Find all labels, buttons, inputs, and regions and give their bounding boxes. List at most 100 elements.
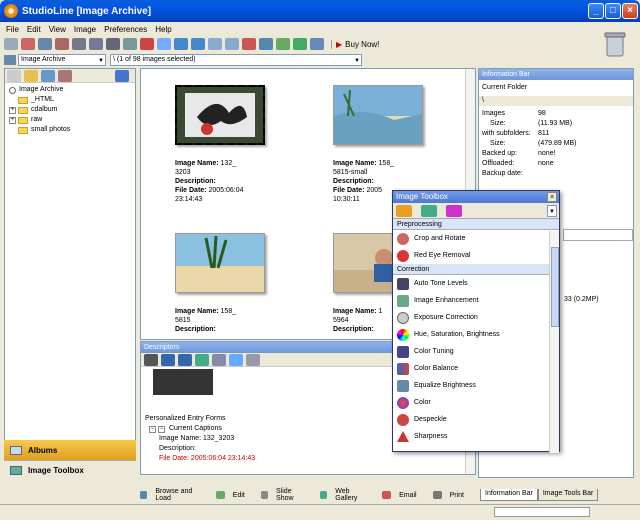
tool-color[interactable]: Color [393,394,559,411]
menu-preferences[interactable]: Preferences [104,25,147,34]
search-icon[interactable] [41,69,55,82]
filter-icon[interactable] [242,38,256,50]
tree-item[interactable]: + raw [9,115,131,125]
tool-auto-tone[interactable]: Auto Tone Levels [393,275,559,292]
tool-despeckle[interactable]: Despeckle [393,411,559,428]
detail-view-icon[interactable] [106,38,120,50]
captions-node[interactable]: − − Current Captions [149,424,255,434]
tool-enhancement[interactable]: Image Enhancement [393,292,559,309]
tree-item[interactable]: + cdalbum [9,105,131,115]
edit-icon [215,491,225,499]
forward-icon[interactable] [191,38,205,50]
buy-now-button[interactable]: ▶ Buy Now! [331,39,383,49]
new-icon[interactable] [4,38,18,50]
web-gallery-button[interactable]: Web Gallery [320,488,374,502]
paste-icon[interactable] [55,38,69,50]
properties-icon[interactable] [58,69,72,82]
tab-image-tools-bar[interactable]: Image Tools Bar [537,489,599,501]
toolbox-scroll-thumb[interactable] [551,247,559,327]
last-icon[interactable] [178,353,192,366]
new-descriptor-icon[interactable] [195,353,209,366]
dims-value: 33 (0.2MP) [564,296,599,303]
menu-view[interactable]: View [49,25,66,34]
toolbox-close-button[interactable]: × [547,192,557,202]
tool-sharpness[interactable]: Sharpness [393,428,559,445]
caption-description[interactable]: Description: [149,444,255,454]
undo-icon[interactable] [208,38,222,50]
archive-select[interactable]: Image Archive ▼ [18,53,106,66]
image-toolbox-button[interactable]: Image Toolbox [4,460,136,480]
redo-icon[interactable] [225,38,239,50]
menu-file[interactable]: File [6,25,19,34]
rotate-right-icon[interactable] [140,38,154,50]
image-thumbnail[interactable] [333,85,423,145]
info-value: none! [538,150,556,157]
tool-crop-rotate[interactable]: Crop and Rotate [393,230,559,247]
toolbox-dropdown[interactable]: ▼ [547,205,557,217]
toolbox-title-bar[interactable]: Image Toolbox × [393,191,559,203]
navigate-icon[interactable] [115,69,129,82]
new-folder-icon[interactable] [24,69,38,82]
tool-exposure[interactable]: Exposure Correction [393,309,559,326]
print-icon [432,491,442,499]
buy-now-label: Buy Now! [345,39,380,49]
expand-icon[interactable]: + [9,116,16,124]
folder-select[interactable]: \ (1 of 98 images selected) ▼ [110,53,362,66]
info-field[interactable] [563,229,633,241]
print-button[interactable]: Print [432,491,472,499]
tool-color-balance[interactable]: Color Balance [393,360,559,377]
minimize-button[interactable]: _ [588,3,604,19]
app-logo-icon [4,4,18,18]
tree-root[interactable]: Image Archive [9,85,131,95]
browse-load-button[interactable]: Browse and Load [140,488,208,502]
caption-image-name[interactable]: Image Name: 132_3203 [149,434,255,444]
collapse-icon[interactable]: − [149,426,156,433]
albums-button[interactable]: Albums [4,440,136,460]
back-icon[interactable] [174,38,188,50]
export-icon[interactable] [276,38,290,50]
cut-icon[interactable] [21,38,35,50]
grid-view-icon[interactable] [72,38,86,50]
delete-icon[interactable] [212,353,226,366]
assign-icon[interactable] [229,353,243,366]
tool-red-eye[interactable]: Red Eye Removal [393,247,559,264]
menu-help[interactable]: Help [155,25,171,34]
view-mode-icon[interactable] [4,54,16,65]
publish-icon[interactable] [293,38,307,50]
tool-hue-saturation[interactable]: Hue, Saturation, Brightness [393,326,559,343]
copy-icon[interactable] [38,38,52,50]
draw-tool-icon[interactable] [446,204,462,217]
first-icon[interactable] [161,353,175,366]
trash-icon[interactable] [604,30,626,58]
select-icon[interactable] [157,38,171,50]
slide-show-button[interactable]: Slide Show [260,488,312,502]
caption-file-date[interactable]: File Date: 2005:06:04 23:14:43 [149,454,255,464]
toolbox-scrollbar[interactable] [549,231,559,453]
image-thumbnail[interactable] [175,233,265,293]
maximize-button[interactable]: □ [605,3,621,19]
tool-color-tuning[interactable]: Color Tuning [393,343,559,360]
filter-tool-icon[interactable] [421,204,437,217]
collapse-icon[interactable]: − [158,426,165,433]
close-button[interactable]: × [622,3,638,19]
adjust-tool-icon[interactable] [396,204,412,217]
sort-icon[interactable] [144,353,158,366]
tab-information-bar[interactable]: Information Bar [480,489,538,501]
table-icon[interactable] [246,353,260,366]
edit-button[interactable]: Edit [215,491,253,499]
list-view-icon[interactable] [89,38,103,50]
up-folder-icon[interactable] [7,69,21,82]
tree-item[interactable]: small photos [9,125,131,135]
email-button[interactable]: Email [382,491,425,499]
expand-icon[interactable]: + [9,106,16,114]
zoom-icon[interactable] [259,38,273,50]
tool-equalize[interactable]: Equalize Brightness [393,377,559,394]
browse-icon [140,491,148,499]
menu-image[interactable]: Image [74,25,96,34]
rotate-left-icon[interactable] [123,38,137,50]
menu-edit[interactable]: Edit [27,25,41,34]
info-key: with subfolders: [482,130,531,137]
settings-icon[interactable] [310,38,324,50]
image-thumbnail[interactable] [175,85,265,145]
tree-item[interactable]: _HTML [9,95,131,105]
